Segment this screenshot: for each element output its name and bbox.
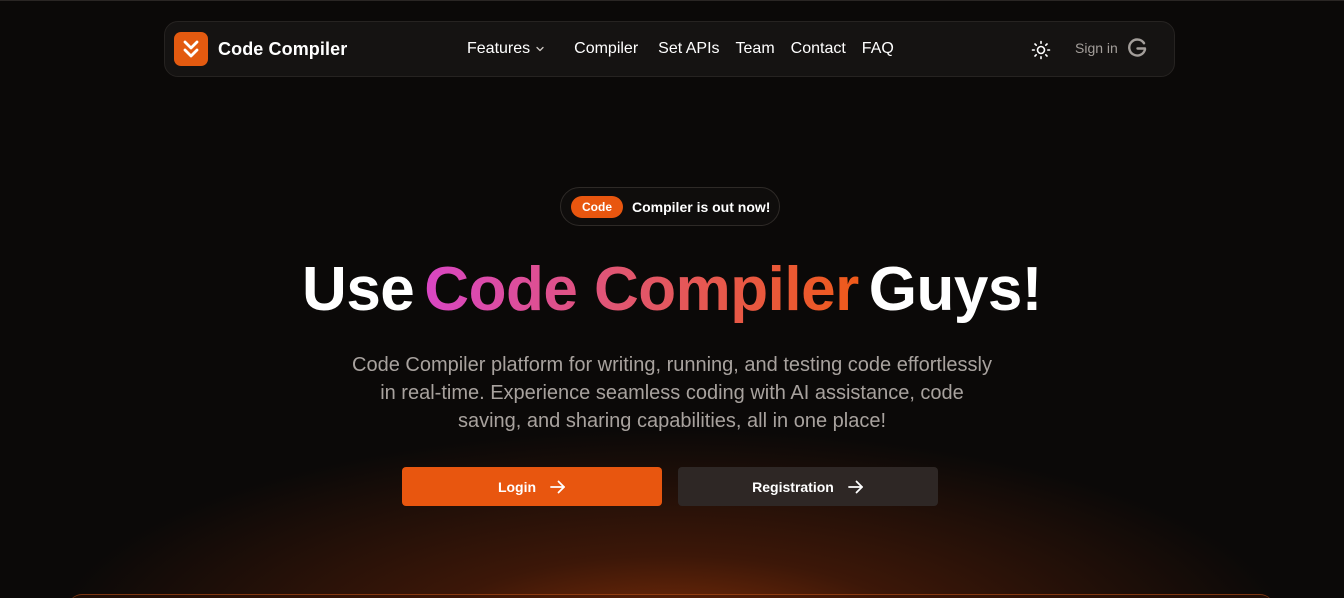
nav-item-compiler[interactable]: Compiler (574, 40, 638, 58)
navbar: Code Compiler Features Compiler Set APIs… (164, 21, 1175, 77)
nav-item-team[interactable]: Team (736, 40, 775, 58)
chevron-down-icon (536, 46, 544, 52)
arrow-right-icon (847, 480, 864, 494)
hero-title: Use Code Compiler Guys! (0, 254, 1344, 326)
theme-toggle-button[interactable] (1031, 40, 1051, 60)
nav-item-label: Compiler (574, 40, 639, 57)
registration-button[interactable]: Registration (678, 467, 938, 506)
double-chevron-down-icon (174, 32, 208, 66)
hero-title-suffix: Guys! (868, 255, 1043, 324)
landing-page: Code Compiler Features Compiler Set APIs… (0, 0, 1344, 598)
announcement-pill[interactable]: Code Compiler is out now! (560, 187, 780, 226)
brand-name: Code Compiler (218, 38, 348, 59)
sun-icon (1031, 40, 1051, 60)
nav-item-label: Team (735, 40, 775, 57)
hero-subtitle: Code Compiler platform for writing, runn… (352, 354, 992, 432)
nav-item-label: FAQ (861, 40, 894, 57)
preview-card-edge (68, 594, 1274, 598)
google-g-icon (1126, 37, 1148, 59)
nav-item-faq[interactable]: FAQ (862, 40, 894, 58)
brand-link[interactable]: Code Compiler (174, 32, 347, 66)
nav-item-set-apis[interactable]: Set APIs (658, 40, 719, 58)
nav-item-label: Features (467, 40, 531, 57)
sign-in-button[interactable]: Sign in (1075, 37, 1148, 59)
nav-item-contact[interactable]: Contact (791, 40, 846, 58)
nav-item-features[interactable]: Features (467, 40, 544, 58)
nav-item-label: Set APIs (658, 40, 720, 57)
login-button-label: Login (497, 478, 537, 495)
sign-in-label: Sign in (1075, 40, 1118, 56)
nav-item-label: Contact (790, 40, 846, 57)
hero-title-prefix: Use (302, 255, 415, 324)
hero-title-accent: Code Compiler (424, 255, 859, 324)
registration-button-label: Registration (752, 478, 834, 495)
nav-links: Features Compiler Set APIs Team Contact … (467, 22, 894, 76)
window-top-border (0, 0, 1344, 1)
announcement-text: Compiler is out now! (632, 198, 771, 215)
login-button[interactable]: Login (402, 467, 662, 506)
announcement-badge: Code (571, 195, 623, 218)
arrow-right-icon (550, 480, 566, 494)
